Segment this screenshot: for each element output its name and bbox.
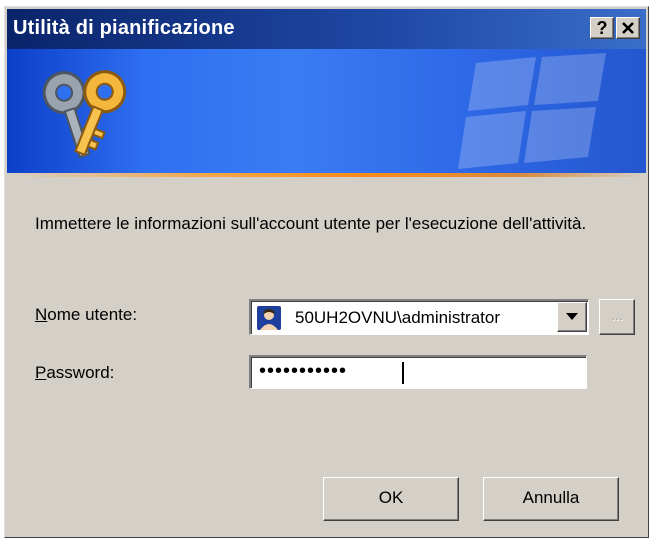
- keys-icon: [42, 70, 127, 159]
- help-button[interactable]: ?: [590, 17, 614, 39]
- username-dropdown-button[interactable]: [557, 302, 587, 332]
- windows-flag-watermark: [458, 53, 606, 169]
- password-label-access-key: P: [35, 363, 47, 382]
- password-input[interactable]: •••••••••••: [249, 355, 587, 389]
- close-button[interactable]: [616, 17, 640, 39]
- browse-users-button[interactable]: ...: [599, 299, 635, 335]
- instructions-text: Immettere le informazioni sull'account u…: [35, 214, 587, 233]
- username-label: Nome utente:: [35, 305, 137, 325]
- username-combobox[interactable]: 50UH2OVNU\administrator: [249, 299, 589, 335]
- banner-accent-stripe: [7, 173, 646, 177]
- ok-button[interactable]: OK: [323, 477, 459, 521]
- username-label-text: ome utente:: [47, 305, 138, 324]
- credentials-dialog: Utilità di pianificazione ? Immettere le…: [4, 6, 649, 538]
- username-label-access-key: N: [35, 305, 48, 324]
- text-caret: [402, 362, 404, 384]
- username-value: 50UH2OVNU\administrator: [295, 308, 501, 327]
- title-bar[interactable]: Utilità di pianificazione ?: [7, 9, 646, 49]
- chevron-down-icon: [566, 313, 578, 320]
- password-masked-value: •••••••••••: [259, 360, 348, 382]
- header-banner: [7, 49, 646, 173]
- close-icon: [622, 22, 634, 34]
- user-icon: [257, 306, 281, 330]
- password-label-text: assword:: [46, 363, 115, 382]
- password-label: Password:: [35, 363, 114, 383]
- window-title: Utilità di pianificazione: [13, 17, 235, 39]
- cancel-button[interactable]: Annulla: [483, 477, 619, 521]
